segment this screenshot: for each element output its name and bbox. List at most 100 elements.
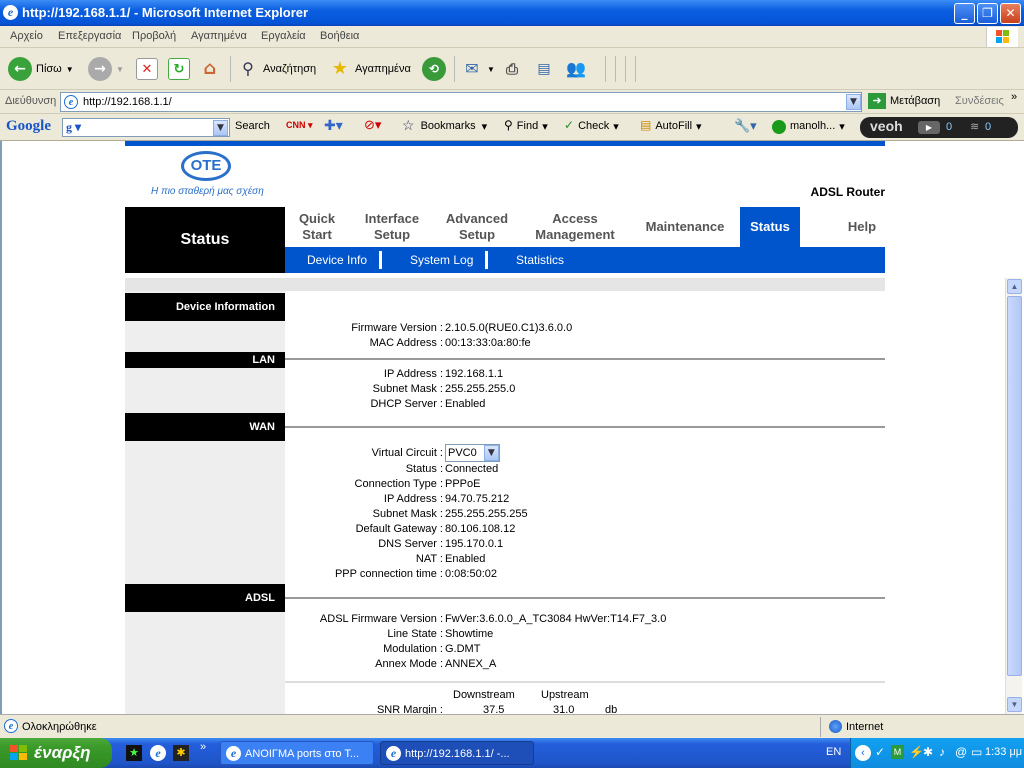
scroll-thumb[interactable]	[1007, 296, 1022, 676]
info-row: Firmware Version :2.10.5.0(RUE0.C1)3.6.0…	[351, 322, 573, 334]
google-search-input[interactable]: g ▾ ▼	[62, 118, 230, 137]
search-button[interactable]: ⚲ Αναζήτηση	[237, 54, 316, 84]
tray-security-icon[interactable]: ✱	[923, 745, 933, 759]
refresh-button[interactable]: ↻	[168, 54, 190, 84]
go-button[interactable]: ➜ Μετάβαση	[868, 93, 940, 109]
windows-logo-icon	[986, 27, 1018, 47]
mail-button[interactable]: ✉ ▼	[461, 54, 495, 84]
info-row: ADSL Firmware Version : FwVer:3.6.0.0_A_T…	[319, 613, 667, 625]
vertical-scrollbar[interactable]: ▲ ▼	[1005, 278, 1022, 714]
nav-quick-start[interactable]: Quick Start	[285, 211, 349, 243]
nav-access-management[interactable]: Access Management	[525, 211, 625, 243]
taskbar-button-router[interactable]: e http://192.168.1.1/ -...	[380, 741, 534, 765]
subnav-device-info[interactable]: Device Info	[295, 251, 383, 269]
forward-button[interactable]: → ▼	[88, 54, 124, 84]
settings-wrench-icon[interactable]: 🔧▾	[734, 118, 757, 134]
taskbar-button-ports[interactable]: e ΑΝΟΙΓΜΑ ports στο Τ...	[220, 741, 374, 765]
nav-status[interactable]: Status	[740, 207, 800, 247]
home-button[interactable]: ⌂	[199, 54, 221, 84]
quicklaunch-more-icon[interactable]: »	[200, 741, 206, 753]
info-row: NAT : Enabled	[415, 553, 486, 565]
bookmarks-button[interactable]: ☆ Bookmarks ▾	[402, 117, 487, 134]
bookmark-star-icon: ☆	[402, 117, 415, 133]
google-search-dropdown[interactable]: ▼	[213, 120, 228, 136]
stop-button[interactable]: ✕	[136, 54, 158, 84]
favorites-button[interactable]: ★ Αγαπημένα	[329, 54, 411, 84]
section-title: Status	[125, 207, 285, 273]
section-header-wan: WAN	[125, 413, 285, 441]
print-button[interactable]: ⎙	[501, 54, 523, 84]
news-icon[interactable]: CNN ▾	[286, 120, 313, 131]
minimize-button[interactable]: _	[954, 3, 975, 24]
nav-advanced-setup[interactable]: Advanced Setup	[437, 211, 517, 243]
stop-icon: ✕	[136, 58, 158, 80]
tray-battery-icon[interactable]: ▭	[971, 745, 982, 759]
refresh-icon: ↻	[168, 58, 190, 80]
info-row: Modulation : G.DMT	[383, 643, 481, 655]
chevron-down-icon: ▼	[65, 64, 74, 74]
history-button[interactable]: ⟲	[422, 54, 446, 84]
info-row: Connection Type : PPPoE	[354, 478, 481, 490]
links-button[interactable]: Συνδέσεις	[955, 95, 1004, 107]
divider	[285, 426, 885, 428]
quicklaunch-ie-icon[interactable]: e	[150, 745, 166, 761]
messenger-button[interactable]: 👥	[565, 54, 587, 84]
scroll-down-icon[interactable]: ▼	[1007, 697, 1022, 712]
find-button[interactable]: ⚲ Find ▾	[504, 118, 548, 133]
sub-nav: Device Info System Log Statistics	[285, 247, 885, 273]
address-dropdown-button[interactable]: ▼	[846, 94, 861, 110]
menu-file[interactable]: Αρχείο	[10, 30, 43, 42]
address-input[interactable]: e http://192.168.1.1/	[60, 92, 862, 112]
nav-help[interactable]: Help	[815, 219, 909, 235]
back-button[interactable]: ← Πίσω ▼	[8, 54, 74, 84]
menu-help[interactable]: Βοήθεια	[320, 30, 359, 42]
taskbar: έναρξη ★ e ✱ » e ΑΝΟΙΓΜΑ ports στο Τ... …	[0, 738, 1024, 768]
tray-expand-icon[interactable]: ‹	[855, 745, 871, 761]
google-logo: Google	[6, 118, 51, 134]
info-row: DNS Server :195.170.0.1	[378, 538, 504, 550]
account-button[interactable]: manolh... ▾	[772, 120, 845, 134]
menu-edit[interactable]: Επεξεργασία	[58, 30, 121, 42]
close-button[interactable]: ✕	[1000, 3, 1021, 24]
toolbar-separator	[230, 56, 231, 82]
restore-button[interactable]: ❐	[977, 3, 998, 24]
nav-interface-setup[interactable]: Interface Setup	[355, 211, 429, 243]
info-row: Subnet Mask :255.255.255.255	[372, 508, 528, 520]
subnav-statistics[interactable]: Statistics	[504, 251, 576, 269]
tray-messenger-icon[interactable]: @	[955, 745, 967, 759]
section-header-lan: LAN	[125, 352, 285, 368]
plus-icon[interactable]: ✚▾	[324, 117, 343, 134]
toolbar-separator	[615, 56, 616, 82]
printer-icon: ⎙	[505, 60, 518, 78]
ote-slogan: Η πιο σταθερή μας σχέση	[151, 186, 264, 197]
spell-check-button[interactable]: ✓ Check ▾	[564, 118, 619, 133]
section-header-adsl: ADSL	[125, 584, 285, 612]
language-indicator[interactable]: EN	[826, 746, 841, 758]
chevron-down-icon: ▼	[487, 64, 495, 74]
autofill-button[interactable]: ▤ AutoFill ▾	[640, 118, 702, 133]
menu-favorites[interactable]: Αγαπημένα	[191, 30, 247, 42]
tray-check-icon[interactable]: ✓	[875, 745, 885, 759]
start-button[interactable]: έναρξη	[0, 738, 112, 768]
popup-blocker-icon[interactable]: ⊘▾	[364, 117, 381, 133]
menu-view[interactable]: Προβολή	[132, 30, 176, 42]
scroll-up-icon[interactable]: ▲	[1007, 279, 1022, 294]
google-search-button[interactable]: Search	[235, 120, 270, 132]
quicklaunch-app-icon[interactable]: ★	[126, 745, 142, 761]
nav-maintenance[interactable]: Maintenance	[635, 219, 735, 235]
ote-logo-mark: OTE	[181, 151, 231, 181]
veoh-toolbar[interactable]: veoh ▶ 0 ≋ 0	[860, 117, 1018, 138]
chevron-right-icon[interactable]: »	[1011, 91, 1017, 103]
section-header-device: Device Information	[125, 293, 285, 321]
virtual-circuit-select[interactable]: PVC0 ▼	[445, 444, 500, 462]
quicklaunch-media-icon[interactable]: ✱	[173, 745, 189, 761]
tray-volume-icon[interactable]: ♪	[939, 745, 945, 759]
subnav-system-log[interactable]: System Log	[398, 251, 489, 269]
video-icon: ▶	[918, 121, 940, 134]
edit-icon: ▤	[537, 61, 551, 77]
clock[interactable]: 1:33 μμ	[985, 746, 1022, 758]
tray-network-icon[interactable]: ⚡	[909, 745, 924, 759]
edit-button[interactable]: ▤	[533, 54, 555, 84]
menu-tools[interactable]: Εργαλεία	[261, 30, 306, 42]
tray-m-icon[interactable]: M	[891, 745, 904, 759]
